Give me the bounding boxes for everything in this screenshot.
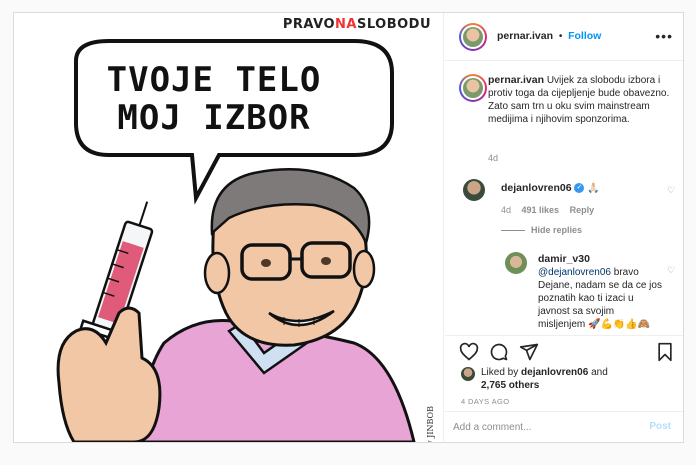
comment-likes[interactable]: 491 likes — [522, 205, 560, 215]
comment-avatar[interactable] — [463, 179, 485, 201]
likes-middle: and — [588, 367, 608, 378]
liker-username[interactable]: dejanlovren06 — [521, 367, 588, 378]
post-comment-button[interactable]: Post — [649, 421, 671, 432]
reply-avatar[interactable] — [505, 252, 527, 274]
add-comment-input[interactable] — [453, 418, 633, 436]
post-timestamp[interactable]: 4 DAYS AGO — [461, 397, 509, 406]
likes-text: Liked by dejanlovren06 and 2,765 others — [481, 366, 671, 392]
post-image[interactable]: PRAVONASLOBODU TVOJE TELO MOJ IZBOR MADE… — [14, 13, 444, 442]
comment-like-heart-icon[interactable]: ♡ — [667, 185, 675, 196]
header-username[interactable]: pernar.ivan — [497, 30, 553, 42]
speech-bubble-text: TVOJE TELO MOJ IZBOR — [84, 61, 344, 137]
follow-button[interactable]: Follow — [568, 30, 601, 42]
comment-text: 🙏🏻 — [587, 183, 600, 194]
likes-count[interactable]: 2,765 others — [481, 380, 539, 391]
add-comment-bar: Post — [445, 411, 683, 442]
comment-meta: 4d 491 likes Reply — [501, 205, 594, 215]
verified-badge-icon: ✓ — [574, 183, 585, 194]
reply-username[interactable]: damir_v30 — [538, 253, 590, 265]
avatar[interactable] — [459, 23, 487, 51]
speech-line-2: MOJ IZBOR — [117, 98, 311, 138]
reply-mention-link[interactable]: @dejanlovren06 — [538, 267, 611, 278]
reply-comment: damir_v30 @dejanlovren06 bravo Dejane, n… — [538, 253, 664, 331]
speech-line-1: TVOJE TELO — [106, 60, 322, 100]
likes-prefix: Liked by — [481, 367, 522, 378]
liker-avatar[interactable] — [461, 367, 475, 381]
comment-icon[interactable] — [489, 342, 509, 362]
post-side-panel: pernar.ivan • Follow ••• pernar.ivan Uvi… — [445, 13, 683, 442]
more-dots-icon[interactable]: ••• — [655, 28, 673, 44]
caption-age: 4d — [488, 153, 499, 163]
reply-button[interactable]: Reply — [570, 205, 595, 215]
caption-username[interactable]: pernar.ivan — [488, 74, 544, 86]
instagram-post: PRAVONASLOBODU TVOJE TELO MOJ IZBOR MADE… — [13, 12, 684, 443]
comments-section: pernar.ivan Uvijek za slobodu izbora i p… — [445, 62, 683, 334]
likes-summary: Liked by dejanlovren06 and 2,765 others — [445, 365, 683, 395]
comment-age: 4d — [501, 205, 512, 215]
caption-avatar[interactable] — [459, 74, 487, 102]
heart-icon[interactable] — [459, 342, 479, 362]
header-separator: • — [558, 31, 563, 42]
action-bar — [445, 335, 683, 365]
hide-replies-line — [501, 230, 525, 231]
share-icon[interactable] — [519, 342, 539, 362]
post-header: pernar.ivan • Follow ••• — [445, 13, 683, 61]
reply-like-heart-icon[interactable]: ♡ — [667, 265, 675, 276]
hide-replies-button[interactable]: Hide replies — [531, 225, 582, 235]
caption: pernar.ivan Uvijek za slobodu izbora i p… — [488, 74, 676, 126]
watermark-text: PRAVONASLOBODU — [282, 17, 431, 32]
comment-row: dejanlovren06 ✓ 🙏🏻 — [501, 182, 600, 194]
comment-username[interactable]: dejanlovren06 — [501, 182, 572, 194]
artist-signature: MADE by JINBOB — [426, 406, 435, 442]
bookmark-icon[interactable] — [655, 342, 675, 362]
